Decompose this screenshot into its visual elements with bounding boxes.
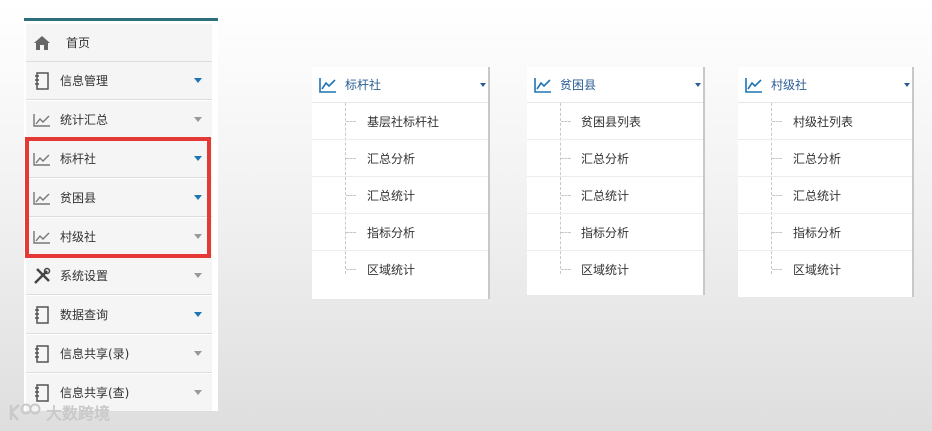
submenu-item[interactable]: 村级社列表	[738, 103, 912, 140]
panel-title: 村级社	[771, 78, 808, 92]
submenu-item[interactable]: 汇总分析	[738, 140, 912, 177]
chevron-down-icon	[480, 83, 486, 87]
line-chart-icon	[534, 76, 554, 94]
sidebar-item-label: 信息共享(查)	[60, 386, 130, 400]
submenu-panel-poor-county: 贫困县 贫困县列表 汇总分析 汇总统计 指标分析 区域统计	[527, 67, 705, 295]
sidebar-item-label: 标杆社	[60, 152, 97, 166]
panel-title: 标杆社	[345, 78, 382, 92]
notebook-icon	[32, 305, 52, 324]
home-icon	[32, 34, 52, 52]
sidebar-item-label: 首页	[66, 36, 91, 50]
submenu-panel-benchmark: 标杆社 基层社标杆社 汇总分析 汇总统计 指标分析 区域统计	[312, 67, 490, 299]
sidebar-item-share-entry[interactable]: 信息共享(录)	[26, 335, 212, 373]
chevron-down-icon	[194, 312, 202, 317]
line-chart-icon	[319, 76, 339, 94]
sidebar-item-poor-county[interactable]: 贫困县	[26, 179, 212, 217]
sidebar-item-label: 统计汇总	[60, 113, 109, 127]
submenu-panel-village: 村级社 村级社列表 汇总分析 汇总统计 指标分析 区域统计	[738, 67, 914, 297]
panel-header[interactable]: 标杆社	[312, 67, 488, 103]
line-chart-icon	[32, 111, 52, 129]
notebook-icon	[32, 344, 52, 363]
submenu-list: 贫困县列表 汇总分析 汇总统计 指标分析 区域统计	[527, 103, 703, 288]
notebook-icon	[32, 71, 52, 90]
chevron-down-icon	[194, 273, 202, 278]
submenu-item[interactable]: 汇总统计	[312, 177, 488, 214]
sidebar-item-info-management[interactable]: 信息管理	[26, 62, 212, 100]
panel-header[interactable]: 村级社	[738, 67, 912, 103]
sidebar-item-statistics[interactable]: 统计汇总	[26, 101, 212, 139]
submenu-item[interactable]: 指标分析	[738, 214, 912, 251]
logo-icon	[8, 401, 42, 423]
sidebar-item-label: 村级社	[60, 230, 97, 244]
watermark: 大数跨境	[8, 400, 110, 424]
sidebar-menu: 首页 信息管理 统计汇总 标杆社 贫困县 村级社 系统设置 数据查询 信息共享(…	[24, 18, 218, 412]
submenu-list: 基层社标杆社 汇总分析 汇总统计 指标分析 区域统计	[312, 103, 488, 288]
chevron-down-icon	[194, 78, 202, 83]
sidebar-item-home[interactable]: 首页	[26, 24, 212, 62]
submenu-item[interactable]: 基层社标杆社	[312, 103, 488, 140]
submenu-item[interactable]: 汇总分析	[312, 140, 488, 177]
chevron-down-icon	[194, 351, 202, 356]
sidebar-item-label: 贫困县	[60, 191, 97, 205]
line-chart-icon	[32, 189, 52, 207]
sidebar-item-data-query[interactable]: 数据查询	[26, 296, 212, 334]
submenu-item[interactable]: 指标分析	[312, 214, 488, 251]
line-chart-icon	[745, 76, 765, 94]
submenu-item[interactable]: 区域统计	[312, 251, 488, 288]
watermark-text: 大数跨境	[46, 404, 111, 423]
notebook-icon	[32, 383, 52, 402]
submenu-item[interactable]: 区域统计	[527, 251, 703, 288]
sidebar-item-benchmark[interactable]: 标杆社	[26, 140, 212, 178]
submenu-item[interactable]: 指标分析	[527, 214, 703, 251]
sidebar-item-label: 信息共享(录)	[60, 347, 130, 361]
sidebar-item-label: 系统设置	[60, 269, 109, 283]
chevron-down-icon	[194, 117, 202, 122]
submenu-item[interactable]: 区域统计	[738, 251, 912, 288]
line-chart-icon	[32, 228, 52, 246]
submenu-item[interactable]: 汇总分析	[527, 140, 703, 177]
chevron-down-icon	[695, 83, 701, 87]
panel-title: 贫困县	[560, 78, 597, 92]
submenu-item[interactable]: 汇总统计	[527, 177, 703, 214]
submenu-item[interactable]: 汇总统计	[738, 177, 912, 214]
chevron-down-icon	[194, 195, 202, 200]
chevron-down-icon	[904, 83, 910, 87]
sidebar-item-village[interactable]: 村级社	[26, 218, 212, 256]
sidebar-item-label: 信息管理	[60, 74, 109, 88]
line-chart-icon	[32, 150, 52, 168]
sidebar-item-label: 数据查询	[60, 308, 109, 322]
chevron-down-icon	[194, 234, 202, 239]
panel-header[interactable]: 贫困县	[527, 67, 703, 103]
sidebar-item-settings[interactable]: 系统设置	[26, 257, 212, 295]
chevron-down-icon	[194, 390, 202, 395]
tools-icon	[32, 267, 52, 285]
chevron-down-icon	[194, 156, 202, 161]
submenu-list: 村级社列表 汇总分析 汇总统计 指标分析 区域统计	[738, 103, 912, 288]
submenu-item[interactable]: 贫困县列表	[527, 103, 703, 140]
